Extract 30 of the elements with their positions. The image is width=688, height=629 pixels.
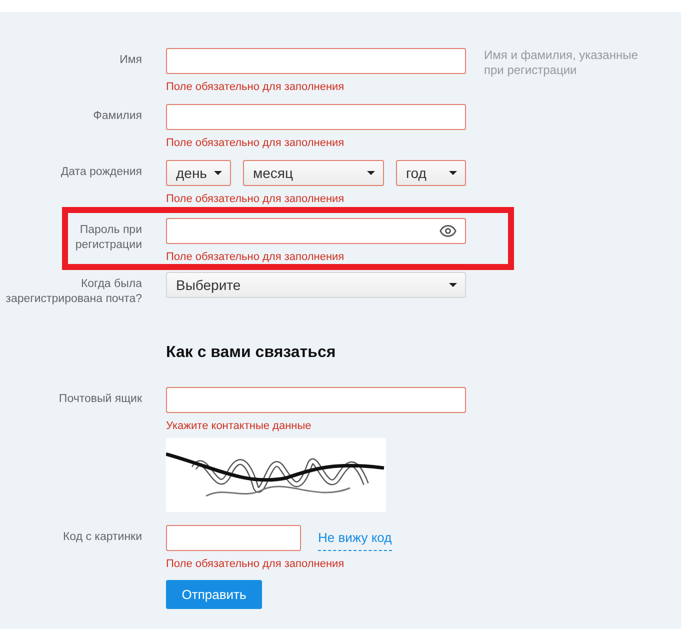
dropdown[interactable]: Выберите [166,272,466,298]
field-label: Когда была зарегистрирована почта? [4,277,142,307]
field-label: Фамилия [92,109,142,124]
dropdown[interactable]: день [166,160,231,186]
error-message: Поле обязательно для заполнения [166,193,344,205]
field-label: Почтовый ящик [58,392,142,407]
dropdown[interactable]: год [396,160,466,186]
error-message: Поле обязательно для заполнения [166,81,344,93]
error-message: Укажите контактные данные [166,420,312,432]
dropdown[interactable]: месяц [243,160,384,186]
captcha-field[interactable] [166,525,301,551]
field-label: Имя [118,53,142,68]
text-field[interactable] [166,48,466,74]
text-field[interactable] [166,387,466,413]
error-message: Поле обязательно для заполнения [166,137,344,149]
password-field[interactable] [166,218,466,244]
error-message: Поле обязательно для заполнения [166,251,344,263]
section-heading: Как с вами связаться [166,344,337,362]
error-message: Поле обязательно для заполнения [166,558,344,570]
caret-icon [367,171,375,175]
text-field[interactable] [166,104,466,130]
submit-button[interactable]: Отправить [166,580,262,609]
caret-icon [214,171,222,175]
eye-icon[interactable] [439,222,457,240]
field-label: Код с картинки [62,530,142,545]
field-label: Пароль при регистрации [74,223,142,253]
caret-icon [449,171,457,175]
field-hint: Имя и фамилия, указанные при регистрации [484,48,639,78]
field-label: Дата рождения [60,165,142,180]
caret-icon [449,283,457,287]
